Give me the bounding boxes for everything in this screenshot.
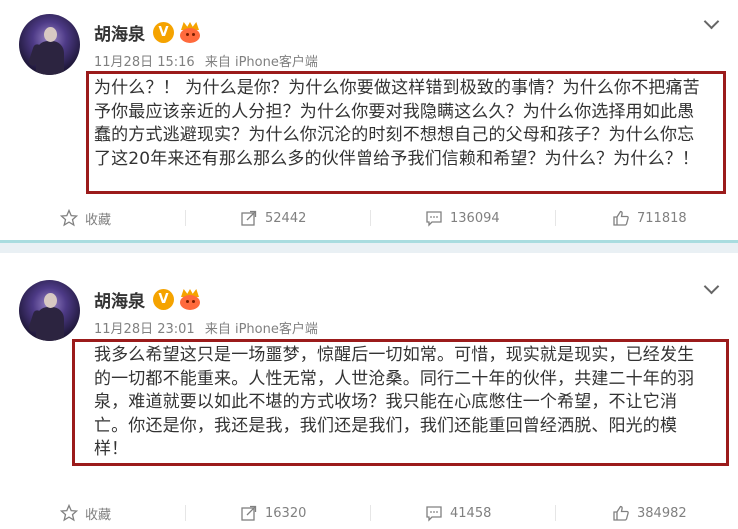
avatar[interactable] xyxy=(19,14,80,75)
post-meta: 11月28日 15:16 来自 iPhone客户端 xyxy=(94,51,318,70)
vip-badge-icon: V xyxy=(153,22,174,43)
comment-button[interactable]: 136094 xyxy=(425,205,500,231)
favorite-label: 收藏 xyxy=(85,212,112,228)
weibo-post: 胡海泉 V 11月28日 23:01 来自 iPhone客户端 我多么希望这只是… xyxy=(0,253,738,529)
crown-badge-icon xyxy=(178,289,202,310)
comment-icon xyxy=(425,504,443,522)
like-count: 384982 xyxy=(637,505,687,521)
username[interactable]: 胡海泉 xyxy=(94,287,145,312)
content-line: 了这20年来还有那么那么多的伙伴曾给予我们信赖和希望？为什么？为什么？！ xyxy=(94,148,700,169)
share-icon xyxy=(240,504,258,522)
content-line: 为什么？！ 为什么是你？为什么你要做这样错到极致的事情？为什么你不把痛苦 xyxy=(94,78,700,98)
content-line: 样！ xyxy=(94,439,129,460)
favorite-button[interactable]: 收藏 xyxy=(59,205,112,231)
content-line: 予你最应该亲近的人分担？为什么你要对我隐瞒这么久？为什么你选择用如此愚 xyxy=(94,101,695,122)
comment-count: 41458 xyxy=(450,505,492,521)
comment-button[interactable]: 41458 xyxy=(425,500,491,526)
content-line: 我多么希望这只是一场噩梦，惊醒后一切如常。可惜，现实就是现实，已经发生 xyxy=(94,345,695,365)
repost-count: 52442 xyxy=(265,210,307,226)
post-content: 为什么？！ 为什么是你？为什么你要做这样错到极致的事情？为什么你不把痛苦 予你最… xyxy=(94,77,724,171)
chevron-down-icon[interactable] xyxy=(704,281,718,295)
action-bar: 收藏 52442 136094 711818 xyxy=(0,205,738,231)
divider xyxy=(185,210,186,226)
divider xyxy=(185,505,186,521)
favorite-button[interactable]: 收藏 xyxy=(59,500,112,526)
divider xyxy=(370,505,371,521)
weibo-post: 胡海泉 V 11月28日 15:16 来自 iPhone客户端 为什么？！ 为什… xyxy=(0,0,738,240)
post-date[interactable]: 11月28日 xyxy=(94,322,153,337)
post-source[interactable]: 来自 iPhone客户端 xyxy=(205,322,318,337)
avatar[interactable] xyxy=(19,280,80,341)
like-icon xyxy=(612,504,630,522)
comment-icon xyxy=(425,209,443,227)
divider xyxy=(555,210,556,226)
content-line: 亡。你还是你，我还是我，我们还是我们，我们还能重回曾经洒脱、阳光的模 xyxy=(94,415,678,436)
post-content: 我多么希望这只是一场噩梦，惊醒后一切如常。可惜，现实就是现实，已经发生 的一切都… xyxy=(94,344,724,462)
content-line: 泉，难道就要以如此不堪的方式收场？我只能在心底憋住一个希望，不让它消 xyxy=(94,392,678,413)
username[interactable]: 胡海泉 xyxy=(94,20,145,45)
repost-button[interactable]: 16320 xyxy=(240,500,306,526)
favorite-label: 收藏 xyxy=(85,507,112,523)
star-icon xyxy=(59,503,79,522)
star-icon xyxy=(59,208,79,227)
post-separator xyxy=(0,240,738,253)
like-button[interactable]: 384982 xyxy=(612,500,687,526)
comment-count: 136094 xyxy=(450,210,500,226)
content-line: 蠢的方式逃避现实？为什么你沉沦的时刻不想想自己的父母和孩子？为什么你忘 xyxy=(94,125,695,146)
like-button[interactable]: 711818 xyxy=(612,205,687,231)
post-source[interactable]: 来自 iPhone客户端 xyxy=(205,55,318,70)
like-icon xyxy=(612,209,630,227)
crown-badge-icon xyxy=(178,22,202,43)
divider xyxy=(370,210,371,226)
repost-count: 16320 xyxy=(265,505,307,521)
post-time[interactable]: 15:16 xyxy=(157,55,194,70)
chevron-down-icon[interactable] xyxy=(704,16,718,30)
content-line: 的一切都不能重来。人性无常，人世沧桑。同行二十年的伙伴，共建二十年的羽 xyxy=(94,368,695,389)
repost-button[interactable]: 52442 xyxy=(240,205,306,231)
post-time[interactable]: 23:01 xyxy=(157,322,194,337)
post-date[interactable]: 11月28日 xyxy=(94,55,153,70)
vip-badge-icon: V xyxy=(153,289,174,310)
action-bar: 收藏 16320 41458 384982 xyxy=(0,500,738,526)
divider xyxy=(555,505,556,521)
post-meta: 11月28日 23:01 来自 iPhone客户端 xyxy=(94,318,318,337)
share-icon xyxy=(240,209,258,227)
like-count: 711818 xyxy=(637,210,687,226)
